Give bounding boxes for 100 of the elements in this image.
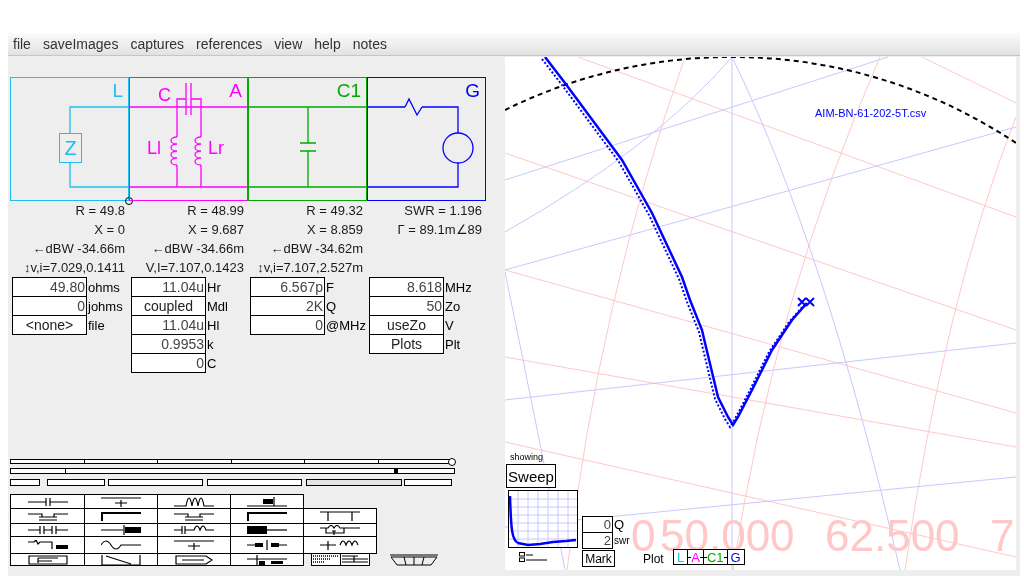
zigzag-symbol-icon xyxy=(27,540,68,550)
option-button[interactable]: useZo xyxy=(369,315,444,335)
showing-label: showing xyxy=(510,453,544,462)
value-field[interactable]: 0 xyxy=(250,315,325,335)
striped-pattern-icon xyxy=(340,553,370,566)
section-label: L xyxy=(112,81,123,100)
block-symbol-icon xyxy=(247,496,287,507)
menu-item[interactable]: help xyxy=(314,37,341,51)
coil-symbol-icon xyxy=(174,496,214,507)
value-field[interactable]: 11.04u xyxy=(131,277,206,297)
option-button[interactable]: Plots xyxy=(369,334,444,354)
slider-track[interactable] xyxy=(10,468,455,474)
palette-button[interactable] xyxy=(303,536,377,554)
palette-button[interactable] xyxy=(303,508,377,524)
palette-button[interactable] xyxy=(157,523,231,537)
small-input-field[interactable] xyxy=(306,479,402,486)
unit-label: swr xyxy=(614,535,630,546)
arrow-symbol-icon xyxy=(174,554,214,565)
palette-button[interactable] xyxy=(84,523,158,537)
unit-label: @MHz xyxy=(326,318,366,332)
slider-track[interactable] xyxy=(10,459,453,464)
value-field[interactable]: 49.80 xyxy=(12,277,87,297)
palette-button[interactable] xyxy=(157,508,231,524)
mixed-symbol-icon xyxy=(247,554,287,565)
readout-text: X = 9.687 xyxy=(187,221,244,239)
unit-label: Q xyxy=(326,299,337,313)
section-label: C1 xyxy=(336,81,361,100)
value-field[interactable]: 6.567p xyxy=(250,277,325,297)
palette-button[interactable] xyxy=(84,553,158,566)
menu-item[interactable]: view xyxy=(274,37,303,51)
small-input-field[interactable] xyxy=(404,479,452,486)
unit-label: k xyxy=(207,337,214,351)
small-input-field[interactable] xyxy=(108,479,203,486)
sweep-button[interactable]: Sweep xyxy=(506,464,556,488)
component-label: Lr xyxy=(208,139,224,157)
menu-item[interactable]: references xyxy=(196,37,263,51)
value-field[interactable]: 50 xyxy=(369,296,444,316)
value-field[interactable]: 0 xyxy=(131,353,206,373)
palette-button[interactable] xyxy=(10,553,85,566)
value-field[interactable]: 0 xyxy=(12,296,87,316)
readout-text: ↕v,i=7.029,0.1411 xyxy=(23,259,125,277)
file-name-label: AIM-BN-61-202-5T.csv xyxy=(815,108,927,119)
palette-button[interactable] xyxy=(303,523,377,537)
impedance-symbol: Z xyxy=(59,133,82,163)
capacitor-coil-icon xyxy=(174,525,214,535)
palette-button[interactable] xyxy=(157,536,231,554)
unit-label: F xyxy=(326,280,334,294)
palette-button[interactable] xyxy=(84,508,158,524)
option-button[interactable]: coupled xyxy=(131,296,206,316)
readout-text: R = 48.99 xyxy=(187,202,244,220)
readout-text: SWR = 1.196 xyxy=(404,202,482,220)
palette-button[interactable] xyxy=(230,536,304,554)
palette-button[interactable] xyxy=(10,508,85,524)
menu-item[interactable]: notes xyxy=(352,37,387,51)
cross-symbol-icon xyxy=(174,540,214,550)
small-input-field[interactable] xyxy=(207,479,302,486)
capacitor-symbol xyxy=(299,142,317,152)
slider-handle[interactable] xyxy=(448,457,456,466)
section-label: G xyxy=(465,81,480,100)
palette-button[interactable] xyxy=(10,536,85,554)
unit-label: johms xyxy=(88,299,123,313)
dual-block-icon xyxy=(247,540,287,550)
swr-field[interactable]: 2 xyxy=(582,532,613,549)
component-label: C xyxy=(158,86,171,104)
menu-item[interactable]: captures xyxy=(130,37,185,51)
small-input-field[interactable] xyxy=(47,479,105,486)
palette-button[interactable] xyxy=(84,536,158,554)
inductor-coil xyxy=(194,136,202,166)
unit-label: ohms xyxy=(88,280,120,294)
bracket-symbol-icon xyxy=(320,511,360,521)
capacitor-symbol xyxy=(185,82,192,116)
filled-block-icon xyxy=(247,525,287,535)
small-input-field[interactable] xyxy=(10,479,40,486)
value-field[interactable]: 8.618 xyxy=(369,277,444,297)
menu-item[interactable]: saveImages xyxy=(42,37,119,51)
palette-button[interactable] xyxy=(10,523,85,537)
unit-label: Zo xyxy=(445,299,461,313)
diagonal-symbol-icon xyxy=(101,554,141,565)
value-field[interactable]: 11.04u xyxy=(131,315,206,335)
filled-block-icon xyxy=(101,525,141,535)
readout-text: R = 49.32 xyxy=(306,202,363,220)
unit-label: Hl xyxy=(207,318,220,332)
palette-button[interactable] xyxy=(230,508,304,524)
inductor-coil xyxy=(170,136,178,166)
option-button[interactable]: <none> xyxy=(12,315,87,335)
readout-text: R = 49.8 xyxy=(75,202,125,220)
line-symbol-icon xyxy=(101,511,141,521)
palette-button[interactable] xyxy=(230,523,304,537)
line-symbol-icon xyxy=(247,511,287,521)
slider-thumb[interactable] xyxy=(394,468,399,474)
mark-button[interactable]: Mark xyxy=(582,550,615,567)
palette-button[interactable] xyxy=(230,553,304,566)
menu-item[interactable]: file xyxy=(13,37,31,51)
readout-text: ←dBW -34.66m xyxy=(151,240,244,258)
cross-marker-icon xyxy=(797,297,807,307)
readout-text: X = 0 xyxy=(94,221,125,239)
flag-symbol-icon xyxy=(27,554,68,565)
palette-button[interactable] xyxy=(157,553,231,566)
value-field[interactable]: 2K xyxy=(250,296,325,316)
value-field[interactable]: 0.9953 xyxy=(131,334,206,354)
